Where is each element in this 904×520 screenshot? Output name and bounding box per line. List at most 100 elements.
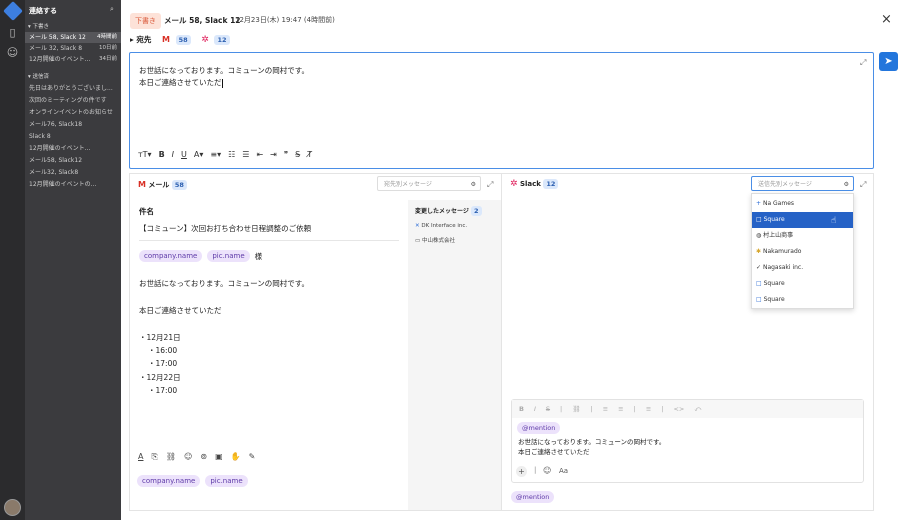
mention-chip[interactable]: @mention xyxy=(517,422,561,434)
strikethrough-icon[interactable]: S̶ xyxy=(295,150,300,159)
slack-icon: ✲ xyxy=(510,179,518,189)
status-badge: 下書き xyxy=(130,13,161,29)
font-size-icon[interactable]: тT▾ xyxy=(138,150,152,159)
schedule-item[interactable]: ・17:00 xyxy=(148,358,177,369)
document-icon[interactable]: ▯ xyxy=(6,26,19,39)
dropdown-option[interactable]: + Na Games xyxy=(752,196,853,212)
divider: | xyxy=(560,405,563,413)
emoji-icon[interactable]: ☺ xyxy=(543,466,551,475)
attach-icon[interactable]: ⎘ xyxy=(151,452,157,462)
dropdown-option[interactable]: ✱ Nakamurado xyxy=(752,244,853,260)
schedule-item[interactable]: ・17:00 xyxy=(148,385,177,396)
bold-icon[interactable]: B xyxy=(519,405,524,413)
slack-pane-count: 12 xyxy=(543,179,559,189)
code-icon[interactable]: <> xyxy=(673,405,684,413)
drafts-section-label[interactable]: ▾ 下書き xyxy=(28,22,49,30)
schedule-item[interactable]: ・12月21日 xyxy=(139,332,181,343)
sidebar-sent-item[interactable]: 12月開催のイベントの... xyxy=(25,179,121,190)
sidebar-draft-item[interactable]: メール 58, Slack 12 4時間前 xyxy=(25,32,121,43)
sidebar-sent-item[interactable]: 次回のミーティングの件です xyxy=(25,95,121,106)
sidebar-sent-item[interactable]: 先日はありがとうございまし... xyxy=(25,83,121,94)
app-window: ▯ ☺ 連絡する ⌕ ▾ 下書き メール 58, Slack 12 4時間前 メー… xyxy=(0,0,904,520)
clear-format-icon[interactable]: T̸ xyxy=(307,150,312,159)
mention-chip[interactable]: @mention xyxy=(511,491,555,503)
bullet-list-icon[interactable]: ≡ xyxy=(618,405,623,413)
schedule-item[interactable]: ・12月22日 xyxy=(139,372,181,383)
ordered-list-icon[interactable]: ☷ xyxy=(228,150,235,159)
subject-field[interactable]: 【コミューン】次回お打ち合わせ日程調整のご依頼 xyxy=(139,223,399,241)
italic-icon[interactable]: I xyxy=(172,150,174,159)
recipients-row[interactable]: ▸ 宛先 M 58 ✲ 12 xyxy=(130,34,230,45)
honorific: 様 xyxy=(254,251,263,261)
italic-icon[interactable]: I xyxy=(534,405,536,413)
code-block-icon[interactable]: ⤺ xyxy=(694,405,701,414)
page-title: メール 58, Slack 12 xyxy=(164,16,241,25)
mail-body-line[interactable]: お世話になっております。コミューンの岡村です。 xyxy=(139,278,309,289)
close-icon[interactable]: × xyxy=(881,12,892,27)
underline-icon[interactable]: U xyxy=(181,150,187,159)
mail-body-line[interactable]: 本日ご連絡させていただ xyxy=(139,305,222,316)
slack-composer-toolbar: B I S | ⛓ | ≡ ≡ | ≡ | <> ⤺ xyxy=(512,400,863,418)
text-format-icon[interactable]: A xyxy=(138,452,143,462)
changed-message-item[interactable]: ✕ DK Interface inc. xyxy=(415,223,467,229)
sidebar: 連絡する ⌕ ▾ 下書き メール 58, Slack 12 4時間前 メール 32… xyxy=(25,0,121,520)
gear-icon[interactable]: ⚙ xyxy=(471,177,476,192)
ordered-list-icon[interactable]: ≡ xyxy=(603,405,608,413)
sidebar-sent-item[interactable]: オンラインイベントのお知らせ xyxy=(25,107,121,118)
dropdown-option-selected[interactable]: □ Square xyxy=(752,212,853,228)
schedule-item[interactable]: ・16:00 xyxy=(148,345,177,356)
add-icon[interactable]: + xyxy=(516,466,527,477)
hand-icon[interactable]: ✋ xyxy=(231,452,241,462)
bullet-list-icon[interactable]: ☰ xyxy=(242,150,249,159)
emoji-icon[interactable]: ☺ xyxy=(184,452,192,462)
format-toggle-button[interactable]: Aa xyxy=(559,467,568,475)
align-icon[interactable]: ≡▾ xyxy=(210,150,221,159)
expand-icon[interactable]: ⤢ xyxy=(487,180,493,190)
dropdown-option[interactable]: □ Square xyxy=(752,292,853,308)
company-name-chip[interactable]: company.name xyxy=(137,475,201,487)
dropdown-option[interactable]: ✓ Nagasaki inc. xyxy=(752,260,853,276)
sent-section-label[interactable]: ▾ 送信済 xyxy=(28,72,49,80)
quote-icon[interactable]: ❞ xyxy=(284,150,288,159)
slack-filter-input[interactable]: 送信先別メッセージ ⚙ xyxy=(751,176,854,191)
send-button[interactable]: ➤ xyxy=(879,52,898,71)
outdent-icon[interactable]: ⇤ xyxy=(256,150,263,159)
gear-icon[interactable]: ⚙ xyxy=(844,177,849,192)
link-icon[interactable]: ⛓ xyxy=(572,405,580,413)
sidebar-draft-item[interactable]: 12月開催のイベント... 34日前 xyxy=(25,54,121,65)
sidebar-sent-item[interactable]: メール32, Slack8 xyxy=(25,167,121,178)
dropdown-option[interactable]: ◍ 村上山商事 xyxy=(752,228,853,244)
pic-name-chip[interactable]: pic.name xyxy=(205,475,248,487)
image-icon[interactable]: ▣ xyxy=(215,452,223,462)
gmail-icon: M xyxy=(162,35,170,44)
search-icon[interactable]: ⌕ xyxy=(110,5,114,14)
indent-icon[interactable]: ⇥ xyxy=(270,150,277,159)
quote-icon[interactable]: ≡ xyxy=(646,405,651,413)
divider: | xyxy=(633,405,636,413)
dropdown-option[interactable]: □ Square xyxy=(752,276,853,292)
expand-icon[interactable]: ⤢ xyxy=(860,58,866,68)
mail-filter-input[interactable]: 宛先別メッセージ ⚙ xyxy=(377,176,481,191)
sidebar-sent-item[interactable]: Slack 8 xyxy=(25,131,121,142)
app-logo-icon[interactable] xyxy=(3,1,23,21)
changed-message-item[interactable]: ▭ 中山株式会社 xyxy=(415,236,455,244)
bold-icon[interactable]: B xyxy=(159,150,165,159)
sidebar-sent-item[interactable]: メール58, Slack12 xyxy=(25,155,121,166)
text-color-icon[interactable]: A▾ xyxy=(194,150,204,159)
sidebar-sent-item[interactable]: メール76, Slack18 xyxy=(25,119,121,130)
mail-attach-toolbar: A ⎘ ⛓ ☺ ⊚ ▣ ✋ ✎ xyxy=(138,452,255,462)
people-icon[interactable]: ☺ xyxy=(6,46,19,59)
sidebar-draft-item[interactable]: メール 32, Slack 8 10日前 xyxy=(25,43,121,54)
pen-icon[interactable]: ✎ xyxy=(249,452,256,462)
strikethrough-icon[interactable]: S xyxy=(546,405,550,413)
sidebar-sent-item[interactable]: 12月開催のイベント... xyxy=(25,143,121,154)
drive-icon[interactable]: ⊚ xyxy=(200,452,207,462)
editor-text[interactable]: お世話になっております。コミューンの岡村です。 本日ご連絡させていただ xyxy=(139,65,309,89)
link-icon[interactable]: ⛓ xyxy=(166,452,176,462)
user-avatar[interactable] xyxy=(4,499,21,516)
slack-message-text[interactable]: お世話になっております。コミューンの岡村です。 本日ご連絡させていただ xyxy=(518,437,665,457)
company-name-chip[interactable]: company.name xyxy=(139,250,203,262)
expand-icon[interactable]: ⤢ xyxy=(860,180,866,190)
slack-pane-header: ✲ Slack 12 xyxy=(510,179,559,189)
pic-name-chip[interactable]: pic.name xyxy=(207,250,250,262)
